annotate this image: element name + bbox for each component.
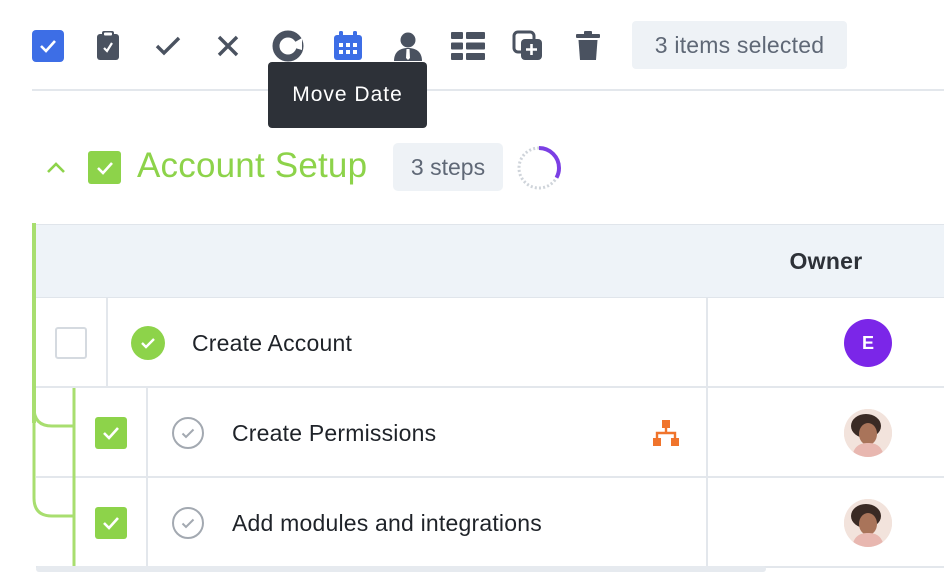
group-checkbox[interactable] — [88, 151, 121, 184]
assign-owner-button[interactable] — [390, 28, 426, 64]
cell-divider — [706, 298, 708, 388]
horizontal-scrollbar[interactable] — [36, 566, 766, 572]
owner-avatar[interactable] — [844, 409, 892, 457]
delete-button[interactable] — [570, 28, 606, 64]
progress-icon — [272, 30, 304, 62]
task-status-done[interactable] — [131, 326, 165, 360]
row-checkbox[interactable] — [55, 327, 87, 359]
owner-column-header[interactable]: Owner — [708, 224, 944, 298]
duplicate-button[interactable] — [510, 28, 546, 64]
set-progress-button[interactable] — [270, 28, 306, 64]
clear-selection-button[interactable] — [210, 28, 246, 64]
checkmark-icon — [103, 517, 119, 530]
dependency-icon[interactable] — [653, 420, 679, 446]
collapse-group-button[interactable] — [40, 152, 72, 184]
select-all-checkbox[interactable] — [32, 30, 64, 62]
avatar-photo-icon — [844, 499, 892, 547]
cell-divider — [706, 388, 708, 478]
owner-avatar[interactable] — [844, 499, 892, 547]
checkmark-icon — [96, 161, 113, 175]
task-name[interactable]: Create Account — [192, 330, 352, 357]
columns-icon — [451, 32, 485, 60]
clipboard-icon — [97, 31, 119, 60]
checkmark-icon — [103, 427, 119, 440]
progress-ring-icon — [517, 146, 561, 190]
steps-count-badge: 3 steps — [393, 143, 503, 191]
assignee-icon — [394, 32, 422, 61]
group-title[interactable]: Account Setup — [137, 146, 367, 186]
duplicate-icon — [512, 30, 542, 60]
task-name[interactable]: Add modules and integrations — [232, 510, 542, 537]
selection-count-badge: 3 items selected — [632, 21, 847, 69]
mark-complete-button[interactable] — [150, 28, 186, 64]
row-checkbox[interactable] — [95, 507, 127, 539]
chevron-up-icon — [47, 162, 65, 173]
check-icon — [141, 338, 155, 349]
cell-divider — [706, 478, 708, 568]
check-icon — [181, 428, 195, 438]
bulk-action-toolbar: 3 items selected — [0, 0, 944, 90]
check-icon — [181, 518, 195, 528]
table-row[interactable]: Add modules and integrations — [36, 478, 944, 568]
columns-button[interactable] — [450, 28, 486, 64]
clipboard-button[interactable] — [90, 28, 126, 64]
row-checkbox[interactable] — [95, 417, 127, 449]
avatar-photo-icon — [844, 409, 892, 457]
cell-divider — [146, 478, 148, 568]
subtask-tree-lines — [32, 380, 76, 572]
checkmark-icon — [40, 40, 56, 53]
trash-icon — [576, 31, 600, 60]
tooltip: Move Date — [268, 62, 427, 128]
cell-divider — [146, 388, 148, 478]
task-name[interactable]: Create Permissions — [232, 420, 436, 447]
close-icon — [217, 35, 239, 57]
toolbar-divider — [32, 89, 944, 91]
table-row[interactable]: Create Account E — [36, 298, 944, 388]
move-date-button[interactable] — [330, 28, 366, 64]
task-status-open[interactable] — [172, 507, 204, 539]
task-status-open[interactable] — [172, 417, 204, 449]
cell-divider — [106, 298, 108, 388]
table-row[interactable]: Create Permissions — [36, 388, 944, 478]
group-header: Account Setup 3 steps — [0, 140, 944, 196]
check-icon — [155, 36, 181, 56]
calendar-icon — [334, 31, 362, 60]
owner-avatar[interactable]: E — [844, 319, 892, 367]
